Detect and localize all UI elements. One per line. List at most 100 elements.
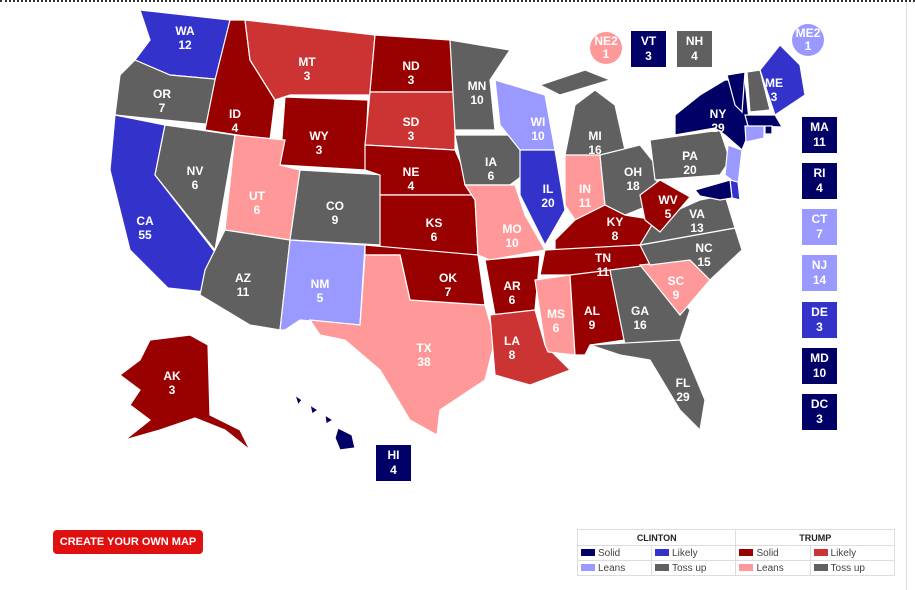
state-shape[interactable] bbox=[764, 125, 773, 135]
district-circle-me2[interactable]: ME2 1 bbox=[792, 24, 824, 56]
box-label: RI bbox=[813, 166, 826, 180]
state-shape[interactable] bbox=[724, 144, 743, 187]
state-ev-pa: 20 bbox=[683, 163, 697, 177]
box-label: NH bbox=[685, 34, 704, 48]
state-ak[interactable] bbox=[119, 334, 251, 451]
state-label-tn: TN bbox=[595, 251, 611, 265]
state-shape[interactable] bbox=[293, 393, 303, 407]
state-shape[interactable] bbox=[334, 427, 356, 451]
state-ev-ny: 29 bbox=[711, 121, 725, 135]
state-label-ny: NY bbox=[710, 107, 727, 121]
state-ev-ok: 7 bbox=[445, 285, 452, 299]
state-box-hi[interactable]: HI 4 bbox=[375, 444, 412, 482]
state-label-wi: WI bbox=[531, 115, 546, 129]
box-ev: 10 bbox=[812, 366, 827, 380]
state-ev-va: 13 bbox=[690, 221, 704, 235]
state-ev-ia: 6 bbox=[488, 169, 495, 183]
state-label-ca: CA bbox=[136, 214, 154, 228]
state-ev-la: 8 bbox=[509, 348, 516, 362]
state-box-nh[interactable]: NH 4 bbox=[676, 30, 713, 68]
state-label-ar: AR bbox=[503, 279, 521, 293]
state-label-az: AZ bbox=[235, 271, 251, 285]
state-shape[interactable] bbox=[744, 125, 765, 143]
state-label-va: VA bbox=[689, 207, 705, 221]
legend-clinton-likely: Likely bbox=[651, 545, 737, 561]
box-label: HI bbox=[387, 448, 400, 462]
state-box-ma[interactable]: MA 11 bbox=[801, 116, 838, 154]
box-label: MA bbox=[810, 120, 829, 134]
state-label-sc: SC bbox=[668, 274, 685, 288]
state-label-wa: WA bbox=[175, 24, 195, 38]
state-label-id: ID bbox=[229, 107, 241, 121]
state-label-ms: MS bbox=[547, 307, 565, 321]
state-ev-nm: 5 bbox=[317, 291, 324, 305]
legend-clinton-header: CLINTON bbox=[576, 529, 737, 546]
state-ma[interactable] bbox=[744, 114, 784, 128]
state-ev-mt: 3 bbox=[304, 69, 311, 83]
box-label: MD bbox=[810, 351, 829, 365]
state-label-ok: OK bbox=[439, 271, 457, 285]
state-label-or: OR bbox=[153, 87, 171, 101]
state-label-nd: ND bbox=[402, 59, 420, 73]
state-nj[interactable] bbox=[724, 144, 743, 187]
box-ev: 3 bbox=[816, 320, 823, 334]
state-label-nm: NM bbox=[311, 277, 330, 291]
legend: CLINTON TRUMP Solid Likely Solid Likely L… bbox=[576, 529, 896, 576]
state-ev-co: 9 bbox=[332, 213, 339, 227]
state-ev-wy: 3 bbox=[316, 143, 323, 157]
box-ev: 3 bbox=[645, 49, 652, 63]
state-shape[interactable] bbox=[744, 114, 784, 128]
box-ev: 4 bbox=[390, 463, 397, 477]
state-ev-ak: 3 bbox=[169, 383, 176, 397]
state-box-dc[interactable]: DC 3 bbox=[801, 393, 838, 431]
state-ev-al: 9 bbox=[589, 318, 596, 332]
state-ev-ar: 6 bbox=[509, 293, 516, 307]
state-box-vt[interactable]: VT 3 bbox=[630, 30, 667, 68]
state-label-pa: PA bbox=[682, 149, 698, 163]
state-label-mi: MI bbox=[588, 129, 601, 143]
legend-trump-likely: Likely bbox=[809, 545, 896, 561]
state-label-nv: NV bbox=[187, 164, 204, 178]
state-ev-il: 20 bbox=[541, 196, 555, 210]
create-your-own-map-button[interactable]: CREATE YOUR OWN MAP bbox=[53, 530, 203, 554]
box-label: DC bbox=[810, 397, 829, 411]
state-ev-mn: 10 bbox=[470, 93, 484, 107]
state-ri[interactable] bbox=[764, 125, 773, 135]
state-ev-mo: 10 bbox=[505, 236, 519, 250]
state-label-me: ME bbox=[765, 76, 783, 90]
state-ev-nc: 15 bbox=[697, 255, 711, 269]
box-ev: 1 bbox=[804, 39, 812, 53]
state-ev-ky: 8 bbox=[612, 229, 619, 243]
box-ev: 7 bbox=[816, 227, 823, 241]
state-md[interactable] bbox=[693, 179, 733, 201]
state-box-ri[interactable]: RI 4 bbox=[801, 162, 838, 200]
state-label-ks: KS bbox=[426, 216, 443, 230]
state-ev-fl: 29 bbox=[676, 390, 690, 404]
state-shape[interactable] bbox=[119, 334, 251, 451]
state-box-ct[interactable]: CT 7 bbox=[801, 208, 838, 246]
state-label-nc: NC bbox=[695, 241, 713, 255]
state-ev-or: 7 bbox=[159, 101, 166, 115]
state-label-ga: GA bbox=[631, 304, 649, 318]
state-box-md[interactable]: MD 10 bbox=[801, 347, 838, 385]
district-circle-ne2[interactable]: NE2 1 bbox=[590, 32, 622, 64]
state-ct[interactable] bbox=[744, 125, 765, 143]
state-shape[interactable] bbox=[309, 403, 320, 415]
us-electoral-map: WA12OR7CA55NV6ID4MT3WY3UT6AZ11CO9NM5ND3S… bbox=[109, 9, 806, 451]
state-hi[interactable] bbox=[293, 393, 356, 451]
state-box-de[interactable]: DE 3 bbox=[801, 301, 838, 339]
legend-clinton-solid: Solid bbox=[576, 545, 653, 561]
state-shape[interactable] bbox=[324, 413, 335, 425]
state-label-mo: MO bbox=[502, 222, 521, 236]
state-shape[interactable] bbox=[693, 179, 733, 201]
state-shape[interactable] bbox=[538, 69, 612, 96]
state-box-nj[interactable]: NJ 14 bbox=[801, 254, 838, 292]
state-ev-nd: 3 bbox=[408, 73, 415, 87]
state-label-ky: KY bbox=[607, 215, 624, 229]
legend-trump-header: TRUMP bbox=[735, 529, 895, 546]
state-ev-ks: 6 bbox=[431, 230, 438, 244]
state-ev-ca: 55 bbox=[138, 228, 152, 242]
state-ev-az: 11 bbox=[237, 285, 250, 299]
state-label-wv: WV bbox=[658, 193, 677, 207]
state-label-fl: FL bbox=[676, 376, 691, 390]
